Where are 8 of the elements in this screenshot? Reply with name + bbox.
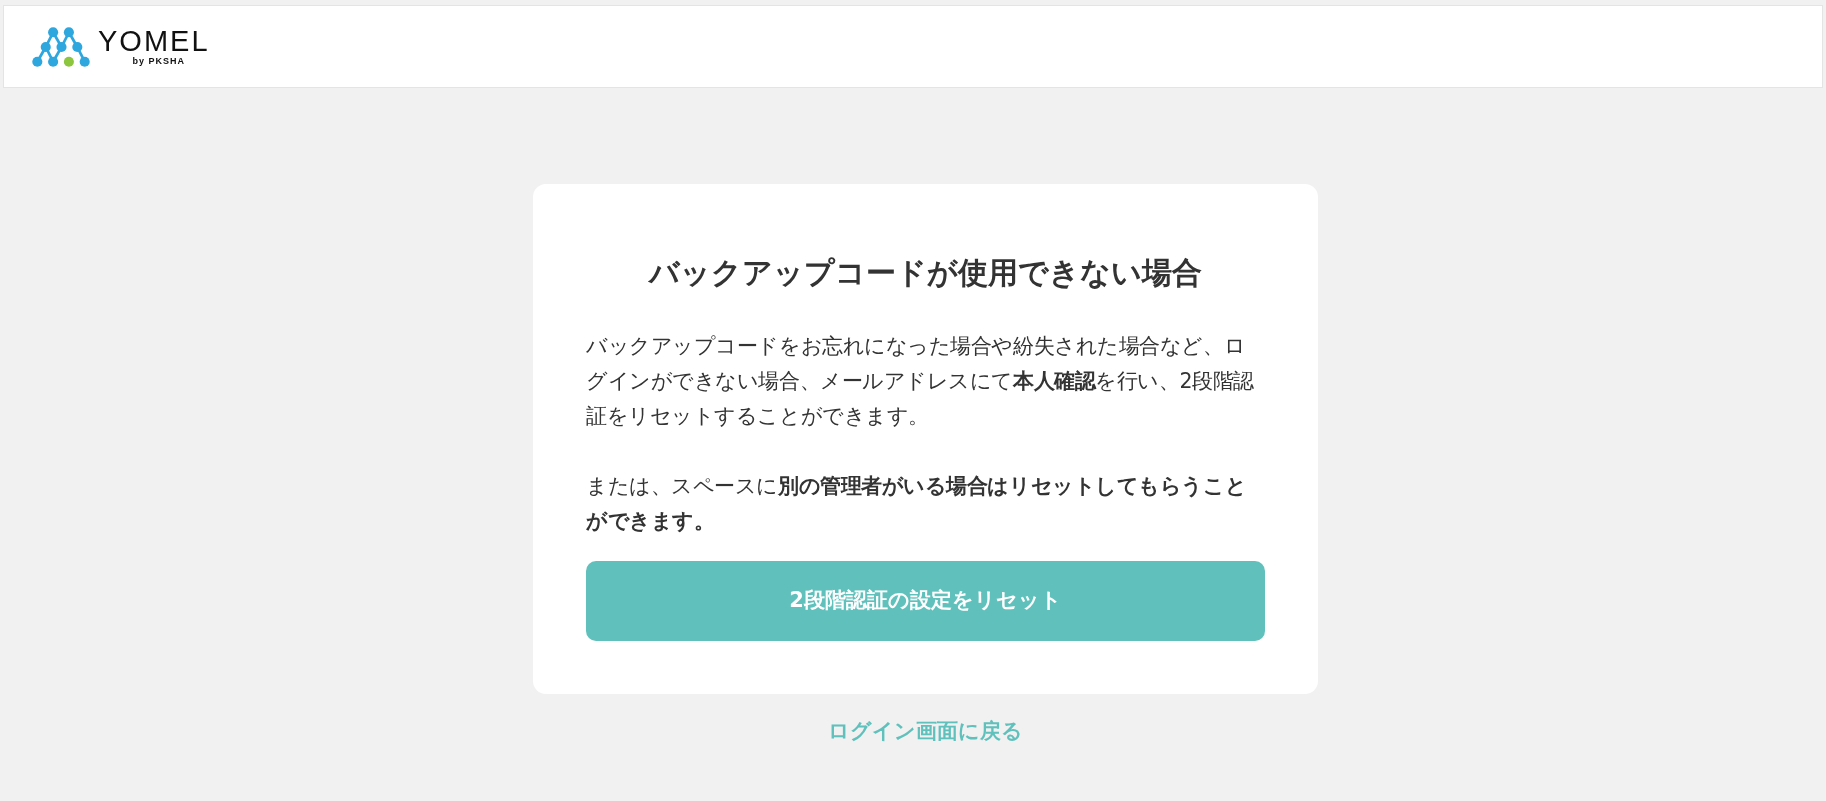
- logo-byline: by PKSHA: [132, 56, 185, 67]
- back-to-login-link[interactable]: ログイン画面に戻る: [828, 716, 1023, 746]
- description-paragraph: バックアップコードをお忘れになった場合や紛失された場合など、ログインができない場合、メールアドレスにて本人確認を行い、2段階認証をリセットすることができます。: [586, 333, 1255, 430]
- description-paragraph: または、スペースに別の管理者がいる場合はリセットしてもらうことができます。: [586, 473, 1248, 535]
- logo-wordmark: YOMEL: [98, 26, 210, 56]
- reset-button[interactable]: 2段階認証の設定をリセット: [586, 561, 1265, 641]
- logo-network-icon: [32, 26, 90, 67]
- card-title: バックアップコードが使用できない場合: [647, 254, 1203, 292]
